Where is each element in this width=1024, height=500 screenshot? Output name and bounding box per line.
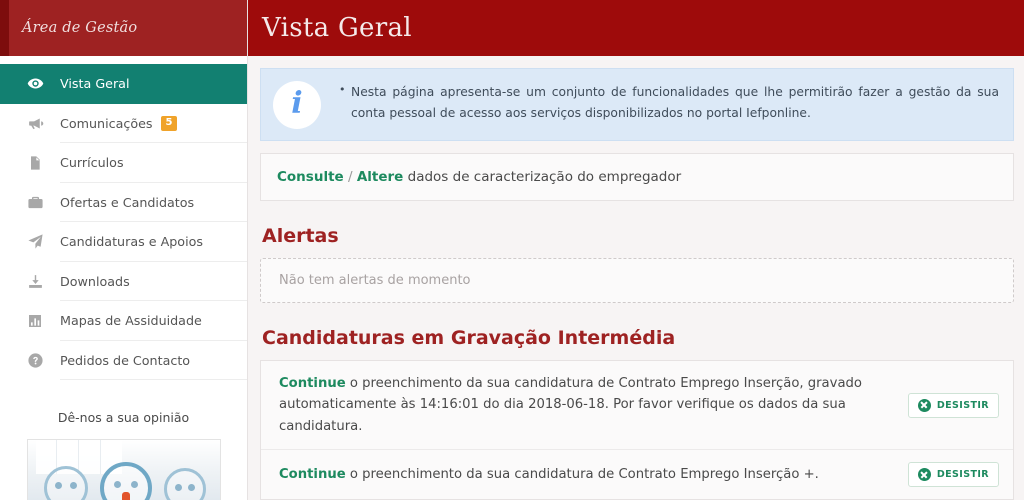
sidebar-item-label: Currículos [60,155,124,171]
desistir-button[interactable]: DESISTIR [907,392,999,418]
sidebar-item-label: Candidaturas e Apoios [60,234,203,250]
desistir-button-label: DESISTIR [936,399,989,411]
employer-data-panel: Consulte / Altere dados de caracterizaçã… [260,153,1014,201]
opinion-survey-image[interactable] [26,439,221,500]
paper-plane-icon [22,233,48,250]
sidebar-item-label: Ofertas e Candidatos [60,194,195,210]
eye-icon [22,75,48,92]
sidebar: Área de Gestão Vista Geral Comunicações [0,0,248,500]
drafts-list: Continue o preenchimento da sua candidat… [260,360,1014,500]
draft-row-text: Continue o preenchimento da sua candidat… [279,464,908,485]
info-icon: i [273,81,321,129]
page-header: Vista Geral [248,0,1024,56]
employer-panel-text: dados de caracterização do empregador [403,169,682,185]
sidebar-item-pedidos-de-contacto[interactable]: Pedidos de Contacto [0,341,247,381]
sidebar-item-label: Downloads [60,273,130,289]
continue-link[interactable]: Continue [279,376,346,391]
draft-description: o preenchimento da sua candidatura de Co… [345,466,819,482]
page-content: i Nesta página apresenta-se um conjunto … [248,56,1024,500]
sidebar-item-label: Mapas de Assiduidade [60,313,202,329]
sidebar-spacer [0,56,247,64]
main-area: Vista Geral i Nesta página apresenta-se … [248,0,1024,500]
sidebar-item-downloads[interactable]: Downloads [0,262,247,302]
sidebar-item-comunicacoes[interactable]: Comunicações 5 [0,104,247,144]
link-separator: / [347,169,353,185]
alerts-empty-box: Não tem alertas de momento [260,258,1014,303]
sidebar-item-mapas-de-assiduidade[interactable]: Mapas de Assiduidade [0,301,247,341]
sidebar-item-label: Pedidos de Contacto [60,352,191,368]
download-icon [22,273,48,290]
status-badge: 5 [160,115,178,131]
desistir-button[interactable]: DESISTIR [907,462,999,488]
megaphone-icon [22,115,48,132]
sidebar-item-candidaturas-e-apoios[interactable]: Candidaturas e Apoios [0,222,247,262]
desistir-button-label: DESISTIR [936,469,989,481]
alter-link[interactable]: Altere [357,169,404,185]
page-title: Vista Geral [262,13,412,43]
draft-description: o preenchimento da sua candidatura de Co… [279,376,862,434]
sidebar-item-ofertas-e-candidatos[interactable]: Ofertas e Candidatos [0,183,247,223]
opinion-label: Dê-nos a sua opinião [57,410,190,425]
list-item: Continue o preenchimento da sua candidat… [261,450,1013,499]
list-item: Continue o preenchimento da sua candidat… [261,361,1013,451]
info-banner-text: Nesta página apresenta-se um conjunto de… [339,80,999,124]
draft-row-text: Continue o preenchimento da sua candidat… [279,373,908,437]
continue-link[interactable]: Continue [279,467,346,482]
close-icon [917,468,931,482]
smiley-face-neutral [43,466,88,500]
close-icon [917,398,931,412]
briefcase-icon [22,194,48,211]
bar-chart-icon [22,313,48,329]
sidebar-item-label: Vista Geral [60,76,130,92]
drafts-section-title: Candidaturas em Gravação Intermédia [262,327,676,349]
smiley-face-sad [163,468,206,500]
sidebar-item-label: Comunicações [60,115,153,131]
sidebar-title: Área de Gestão [22,20,138,36]
app-root: Área de Gestão Vista Geral Comunicações [0,0,1024,500]
sidebar-nav: Vista Geral Comunicações 5 Currículos Of… [0,64,247,380]
sidebar-header: Área de Gestão [0,0,247,56]
document-icon [22,155,48,171]
question-icon [22,352,48,369]
info-banner: i Nesta página apresenta-se um conjunto … [260,68,1014,141]
alerts-section-title: Alertas [262,225,339,247]
consult-link[interactable]: Consulte [277,169,344,185]
sidebar-item-curriculos[interactable]: Currículos [0,143,247,183]
sidebar-item-vista-geral[interactable]: Vista Geral [0,64,247,104]
